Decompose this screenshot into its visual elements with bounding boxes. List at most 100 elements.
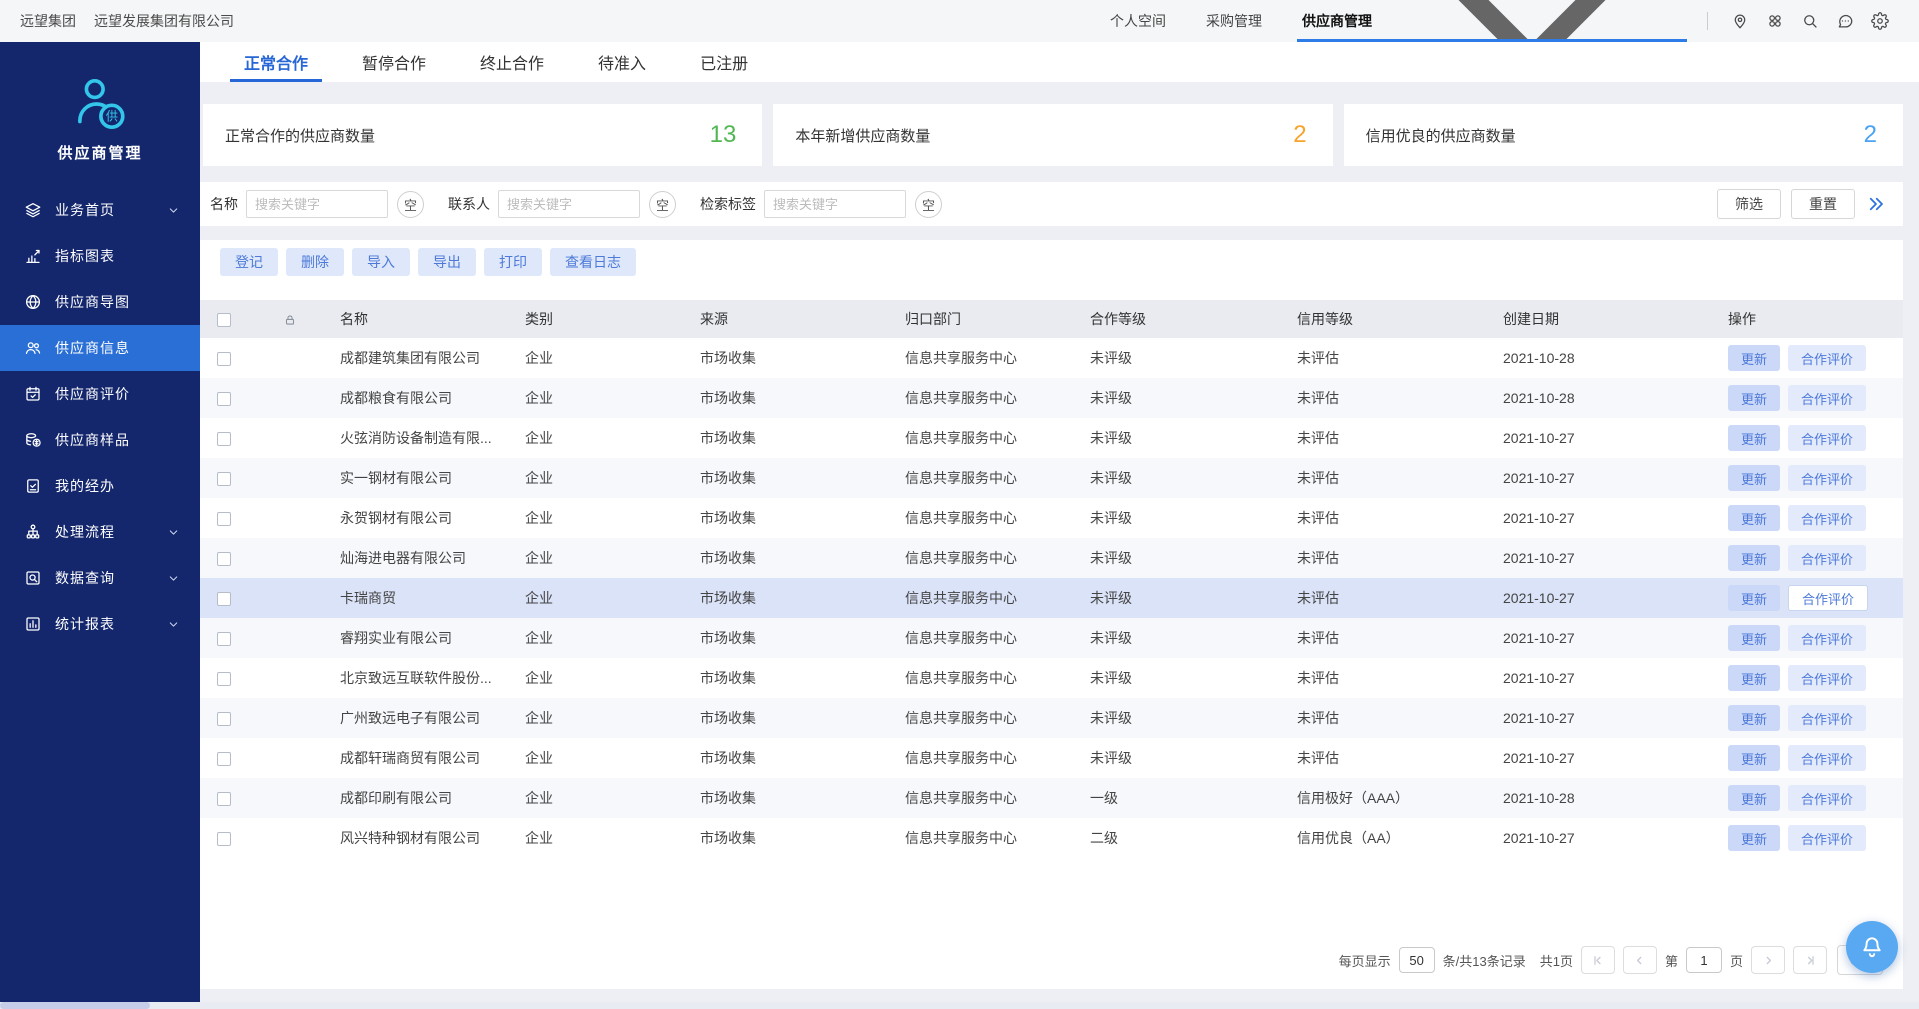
update-button[interactable]: 更新: [1728, 465, 1780, 491]
cooperation-eval-button[interactable]: 合作评价: [1788, 825, 1866, 851]
row-checkbox[interactable]: [217, 432, 231, 446]
table-row[interactable]: 北京致远互联软件股份...企业市场收集信息共享服务中心未评级未评估2021-10…: [200, 658, 1903, 698]
reset-button[interactable]: 重置: [1791, 189, 1855, 219]
update-button[interactable]: 更新: [1728, 505, 1780, 531]
message-button[interactable]: [1830, 6, 1860, 36]
empty-badge[interactable]: 空: [649, 191, 676, 218]
sidebar-item-5[interactable]: 供应商评价: [0, 371, 200, 417]
tab-5[interactable]: 已注册: [686, 42, 762, 82]
page-size-input[interactable]: [1399, 947, 1435, 973]
tab-3[interactable]: 终止合作: [466, 42, 558, 82]
row-checkbox[interactable]: [217, 592, 231, 606]
cooperation-eval-button[interactable]: 合作评价: [1788, 585, 1868, 611]
filter-field-input[interactable]: [498, 190, 640, 218]
cooperation-eval-button[interactable]: 合作评价: [1788, 385, 1866, 411]
cooperation-eval-button[interactable]: 合作评价: [1788, 345, 1866, 371]
row-checkbox[interactable]: [217, 672, 231, 686]
update-button[interactable]: 更新: [1728, 345, 1780, 371]
row-checkbox[interactable]: [217, 472, 231, 486]
row-checkbox[interactable]: [217, 392, 231, 406]
brand-group[interactable]: 远望集团: [20, 11, 76, 31]
table-row[interactable]: 广州致远电子有限公司企业市场收集信息共享服务中心未评级未评估2021-10-27…: [200, 698, 1903, 738]
cooperation-eval-button[interactable]: 合作评价: [1788, 505, 1866, 531]
sidebar-item-4[interactable]: 供应商信息: [0, 325, 200, 371]
toolbar-button-6[interactable]: 查看日志: [550, 248, 636, 276]
prev-page-button[interactable]: [1623, 946, 1657, 974]
notification-fab[interactable]: [1846, 921, 1898, 973]
table-row[interactable]: 成都粮食有限公司企业市场收集信息共享服务中心未评级未评估2021-10-28更新…: [200, 378, 1903, 418]
update-button[interactable]: 更新: [1728, 665, 1780, 691]
empty-badge[interactable]: 空: [397, 191, 424, 218]
update-button[interactable]: 更新: [1728, 545, 1780, 571]
location-button[interactable]: [1725, 6, 1755, 36]
search-button[interactable]: [1795, 6, 1825, 36]
row-checkbox[interactable]: [217, 632, 231, 646]
select-all-checkbox[interactable]: [217, 313, 231, 327]
toolbar-button-4[interactable]: 导出: [418, 248, 476, 276]
table-row[interactable]: 卡瑞商贸企业市场收集信息共享服务中心未评级未评估2021-10-27更新合作评价: [200, 578, 1903, 618]
last-page-button[interactable]: [1793, 946, 1827, 974]
table-row[interactable]: 成都轩瑞商贸有限公司企业市场收集信息共享服务中心未评级未评估2021-10-27…: [200, 738, 1903, 778]
sidebar-item-8[interactable]: 处理流程: [0, 509, 200, 555]
toolbar-button-1[interactable]: 登记: [220, 248, 278, 276]
toolbar-button-3[interactable]: 导入: [352, 248, 410, 276]
cooperation-eval-button[interactable]: 合作评价: [1788, 745, 1866, 771]
table-row[interactable]: 风兴特种钢材有限公司企业市场收集信息共享服务中心二级信用优良（AA）2021-1…: [200, 818, 1903, 858]
tab-4[interactable]: 待准入: [584, 42, 660, 82]
sidebar-item-9[interactable]: 数据查询: [0, 555, 200, 601]
tab-1[interactable]: 正常合作: [230, 42, 322, 82]
update-button[interactable]: 更新: [1728, 585, 1780, 611]
row-checkbox[interactable]: [217, 832, 231, 846]
filter-field-input[interactable]: [764, 190, 906, 218]
row-checkbox[interactable]: [217, 352, 231, 366]
row-checkbox[interactable]: [217, 512, 231, 526]
cooperation-eval-button[interactable]: 合作评价: [1788, 465, 1866, 491]
cooperation-eval-button[interactable]: 合作评价: [1788, 425, 1866, 451]
sidebar-item-1[interactable]: 业务首页: [0, 187, 200, 233]
sidebar-item-7[interactable]: 我的经办: [0, 463, 200, 509]
sidebar-item-3[interactable]: 供应商导图: [0, 279, 200, 325]
apps-button[interactable]: [1760, 6, 1790, 36]
next-page-button[interactable]: [1751, 946, 1785, 974]
row-checkbox[interactable]: [217, 552, 231, 566]
cooperation-eval-button[interactable]: 合作评价: [1788, 625, 1866, 651]
cooperation-eval-button[interactable]: 合作评价: [1788, 785, 1866, 811]
cooperation-eval-button[interactable]: 合作评价: [1788, 665, 1866, 691]
toolbar-button-2[interactable]: 删除: [286, 248, 344, 276]
topnav-item-3[interactable]: 供应商管理: [1297, 0, 1687, 42]
table-row[interactable]: 灿海进电器有限公司企业市场收集信息共享服务中心未评级未评估2021-10-27更…: [200, 538, 1903, 578]
topnav-item-2[interactable]: 采购管理: [1201, 0, 1267, 42]
table-row[interactable]: 火弦消防设备制造有限...企业市场收集信息共享服务中心未评级未评估2021-10…: [200, 418, 1903, 458]
update-button[interactable]: 更新: [1728, 625, 1780, 651]
filter-button[interactable]: 筛选: [1717, 189, 1781, 219]
empty-badge[interactable]: 空: [915, 191, 942, 218]
update-button[interactable]: 更新: [1728, 785, 1780, 811]
tab-2[interactable]: 暂停合作: [348, 42, 440, 82]
update-button[interactable]: 更新: [1728, 825, 1780, 851]
update-button[interactable]: 更新: [1728, 425, 1780, 451]
update-button[interactable]: 更新: [1728, 705, 1780, 731]
cooperation-eval-button[interactable]: 合作评价: [1788, 705, 1866, 731]
sidebar-item-2[interactable]: 指标图表: [0, 233, 200, 279]
row-checkbox[interactable]: [217, 792, 231, 806]
toolbar-button-5[interactable]: 打印: [484, 248, 542, 276]
cooperation-eval-button[interactable]: 合作评价: [1788, 545, 1866, 571]
brand-company[interactable]: 远望发展集团有限公司: [94, 11, 234, 31]
double-chevron-right-icon[interactable]: [1865, 195, 1887, 213]
filter-field-input[interactable]: [246, 190, 388, 218]
table-row[interactable]: 成都建筑集团有限公司企业市场收集信息共享服务中心未评级未评估2021-10-28…: [200, 338, 1903, 378]
first-page-button[interactable]: [1581, 946, 1615, 974]
row-checkbox[interactable]: [217, 712, 231, 726]
table-row[interactable]: 成都印刷有限公司企业市场收集信息共享服务中心一级信用极好（AAA）2021-10…: [200, 778, 1903, 818]
row-checkbox[interactable]: [217, 752, 231, 766]
current-page-input[interactable]: [1686, 947, 1722, 973]
sidebar-item-10[interactable]: 统计报表: [0, 601, 200, 647]
update-button[interactable]: 更新: [1728, 385, 1780, 411]
scrollbar-thumb[interactable]: [0, 1002, 150, 1009]
sidebar-item-6[interactable]: 供应商样品: [0, 417, 200, 463]
table-row[interactable]: 永贺钢材有限公司企业市场收集信息共享服务中心未评级未评估2021-10-27更新…: [200, 498, 1903, 538]
topnav-item-1[interactable]: 个人空间: [1105, 0, 1171, 42]
settings-button[interactable]: [1865, 6, 1895, 36]
table-row[interactable]: 实一钢材有限公司企业市场收集信息共享服务中心未评级未评估2021-10-27更新…: [200, 458, 1903, 498]
update-button[interactable]: 更新: [1728, 745, 1780, 771]
